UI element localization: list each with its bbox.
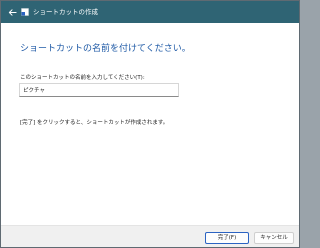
shortcut-app-icon	[21, 8, 29, 16]
shortcut-name-label: このショートカットの名前を入力してください(T):	[20, 75, 145, 81]
page-heading: ショートカットの名前を付けてください。	[20, 44, 191, 54]
shortcut-name-input[interactable]	[19, 83, 179, 97]
title-bar: ショートカットの作成	[1, 1, 299, 23]
finish-hint-text: [完了] をクリックすると、ショートカットが作成されます。	[20, 120, 169, 126]
arrow-left-icon	[8, 8, 17, 16]
button-bar: 完了(F) キャンセル	[1, 225, 299, 247]
back-button[interactable]	[5, 5, 19, 19]
create-shortcut-dialog: ショートカットの作成 ショートカットの名前を付けてください。 このショートカット…	[0, 0, 300, 248]
window-title: ショートカットの作成	[33, 8, 98, 16]
finish-button[interactable]: 完了(F)	[205, 232, 249, 244]
cancel-button[interactable]: キャンセル	[254, 232, 294, 244]
wizard-content: ショートカットの名前を付けてください。 このショートカットの名前を入力してくださ…	[1, 23, 299, 225]
